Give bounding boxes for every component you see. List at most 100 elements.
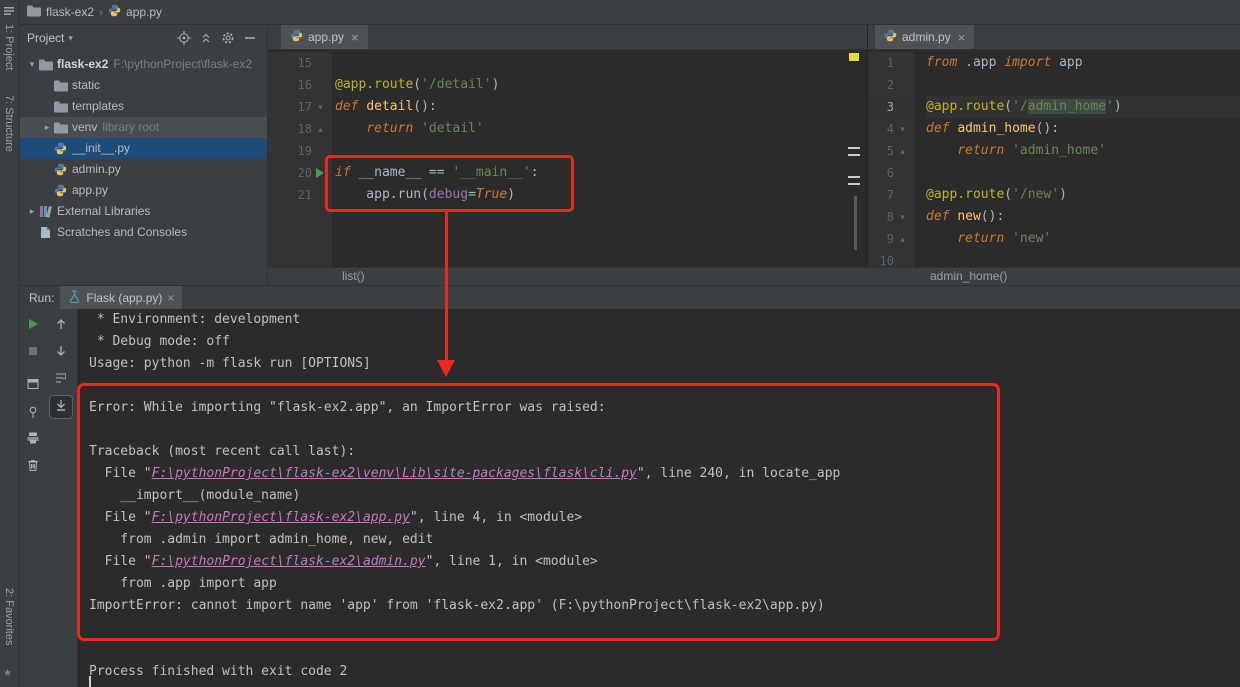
tree-item-hint: F:\pythonProject\flask-ex2 xyxy=(113,57,253,71)
console-text: File " xyxy=(89,510,152,525)
tab-admin-py[interactable]: admin.py × xyxy=(875,25,975,49)
locate-file-button[interactable] xyxy=(175,29,193,47)
libs-icon xyxy=(39,201,57,222)
fold-close-icon[interactable]: ▴ xyxy=(894,140,911,162)
code-line[interactable] xyxy=(335,52,867,74)
code-token: '__main__' xyxy=(452,165,531,180)
gutter-spacer xyxy=(894,250,911,267)
close-tab-icon[interactable]: × xyxy=(351,30,359,45)
stripe-mark[interactable] xyxy=(848,176,860,178)
clear-console-button[interactable] xyxy=(22,456,44,478)
collapse-all-button[interactable] xyxy=(197,29,215,47)
chevron-open-icon[interactable]: ▾ xyxy=(25,54,39,75)
soft-wrap-button[interactable] xyxy=(50,369,72,391)
console-file-link[interactable]: F:\pythonProject\flask-ex2\venv\Lib\site… xyxy=(152,466,637,481)
restore-layout-button[interactable] xyxy=(22,375,44,397)
settings-gear-icon[interactable] xyxy=(219,29,237,47)
console-text: Error: While importing "flask-ex2.app", … xyxy=(89,400,606,415)
tree-item-templates[interactable]: templates xyxy=(19,96,267,117)
line-number: 18 xyxy=(297,122,312,136)
code-line[interactable]: if __name__ == '__main__': xyxy=(335,162,867,184)
console-text: ", line 4, in <module> xyxy=(409,510,583,525)
rerun-button[interactable] xyxy=(22,315,44,337)
code-line[interactable]: app.run(debug=True) xyxy=(335,184,867,206)
project-folder-icon xyxy=(27,5,41,20)
fold-close-icon[interactable]: ▴ xyxy=(894,228,911,250)
down-stack-trace-button[interactable] xyxy=(50,342,72,364)
tree-item-static[interactable]: static xyxy=(19,75,267,96)
code-line[interactable]: return 'detail' xyxy=(335,118,867,140)
up-stack-trace-button[interactable] xyxy=(50,315,72,337)
fold-open-icon[interactable]: ▾ xyxy=(894,118,911,140)
chevron-closed-icon[interactable]: ▸ xyxy=(40,117,54,138)
code-token: ) xyxy=(491,77,500,92)
code-line[interactable]: def admin_home(): xyxy=(926,118,1240,140)
code-line[interactable]: return 'admin_home' xyxy=(926,140,1240,162)
editor-scrollbar[interactable] xyxy=(854,196,857,250)
chevron-closed-icon[interactable]: ▸ xyxy=(25,201,39,222)
console-file-link[interactable]: F:\pythonProject\flask-ex2\app.py xyxy=(152,510,410,525)
project-panel-title[interactable]: Project xyxy=(27,31,64,45)
code-line[interactable]: def detail(): xyxy=(335,96,867,118)
run-tab-flask[interactable]: Flask (app.py) × xyxy=(60,286,183,309)
hide-panel-button[interactable] xyxy=(241,29,259,47)
tab-app-py[interactable]: app.py × xyxy=(281,25,368,49)
stripe-mark[interactable] xyxy=(848,183,860,185)
gutter-line: 17 ▾ xyxy=(268,96,332,118)
tree-item-app-py[interactable]: app.py xyxy=(19,180,267,201)
code-line[interactable]: from .app import app xyxy=(926,52,1240,74)
tool-window-structure[interactable]: 7: Structure xyxy=(3,95,15,152)
tool-window-favorites[interactable]: 2: Favorites xyxy=(3,588,15,645)
code-line[interactable]: def new(): xyxy=(926,206,1240,228)
close-tab-icon[interactable]: × xyxy=(958,30,966,45)
stop-button[interactable] xyxy=(22,342,44,364)
tree-item-external-libraries[interactable]: ▸ External Libraries xyxy=(19,201,267,222)
tree-item--init-py[interactable]: __init__.py xyxy=(19,138,267,159)
tool-window-project[interactable]: 1: Project xyxy=(3,24,15,70)
right-code[interactable]: from .app import app @app.route('/admin_h… xyxy=(914,52,1240,267)
run-line-icon[interactable] xyxy=(312,162,329,184)
console-line: File "F:\pythonProject\flask-ex2\admin.p… xyxy=(89,551,1240,573)
code-line[interactable]: return 'new' xyxy=(926,228,1240,250)
code-line[interactable] xyxy=(926,250,1240,267)
console-file-link[interactable]: F:\pythonProject\flask-ex2\admin.py xyxy=(152,554,426,569)
print-button[interactable] xyxy=(22,429,44,451)
code-line[interactable] xyxy=(926,74,1240,96)
pin-button[interactable] xyxy=(22,403,44,425)
code-token: ( xyxy=(413,77,422,92)
left-code[interactable]: @app.route('/detail') def detail(): retur… xyxy=(332,52,867,267)
folder-icon xyxy=(39,54,57,75)
stripe-mark[interactable] xyxy=(848,147,860,149)
scroll-to-end-button[interactable] xyxy=(49,395,73,419)
close-tab-icon[interactable]: × xyxy=(167,291,174,305)
fold-open-icon[interactable]: ▾ xyxy=(894,206,911,228)
right-editor-breadcrumb[interactable]: admin_home() xyxy=(930,269,1007,283)
code-line[interactable]: @app.route('/admin_home') xyxy=(926,96,1240,118)
fold-open-icon[interactable]: ▾ xyxy=(312,96,329,118)
run-toolbar xyxy=(19,309,78,687)
tree-item-label: Scratches and Consoles xyxy=(57,225,188,239)
tree-item-hint: library root xyxy=(102,120,160,134)
caret-stripe-marker[interactable] xyxy=(849,53,859,61)
code-line[interactable]: @app.route('/new') xyxy=(926,184,1240,206)
code-line[interactable] xyxy=(335,140,867,162)
breadcrumb-project[interactable]: flask-ex2 xyxy=(46,5,94,19)
tree-item-admin-py[interactable]: admin.py xyxy=(19,159,267,180)
fold-close-icon[interactable]: ▴ xyxy=(312,118,329,140)
editor-splitter[interactable] xyxy=(867,25,868,267)
chevron-down-icon[interactable]: ▾ xyxy=(68,33,73,44)
star-icon[interactable]: ★ xyxy=(3,668,12,679)
tree-item-flask-ex2[interactable]: ▾ flask-ex2 F:\pythonProject\flask-ex2 xyxy=(19,54,267,75)
code-line[interactable] xyxy=(926,162,1240,184)
run-console[interactable]: * Environment: development * Debug mode:… xyxy=(79,309,1240,687)
stripe-mark[interactable] xyxy=(848,154,860,156)
breadcrumb-file[interactable]: app.py xyxy=(126,5,162,19)
left-editor-breadcrumb[interactable]: list() xyxy=(342,269,365,283)
tree-item-scratches-and-consoles[interactable]: Scratches and Consoles xyxy=(19,222,267,243)
window-menu-icon[interactable] xyxy=(3,4,15,22)
code-line[interactable]: @app.route('/detail') xyxy=(335,74,867,96)
tree-item-venv[interactable]: ▸ venv library root xyxy=(19,117,267,138)
layout-icon xyxy=(26,377,40,396)
